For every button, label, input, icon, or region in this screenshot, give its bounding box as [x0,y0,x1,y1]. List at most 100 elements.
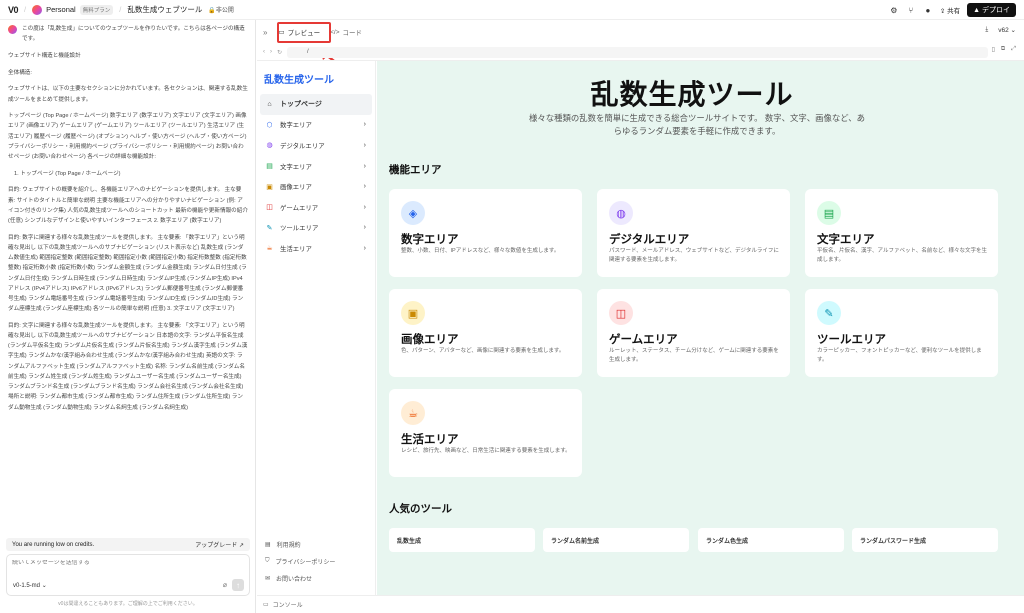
chat-panel: この度は「乱数生成」についてのウェブツールを作りたいです。こちらは各ページの構造… [0,20,256,613]
sidebar-item-label: ツールエリア [280,225,319,233]
back-icon[interactable]: ‹ [263,49,265,55]
features-heading: 機能エリア [389,164,442,176]
workspace-name[interactable]: Personal [46,5,76,14]
popular-tool[interactable]: ランダム色生成 [698,528,844,552]
version-selector[interactable]: v62 ⌄ [998,26,1016,34]
refresh-icon[interactable]: ↻ [277,49,282,56]
popular-tool[interactable]: ランダム名前生成 [543,528,689,552]
console-bar[interactable]: ▭ コンソール [257,595,1024,613]
model-selector[interactable]: v0-1.5-md ⌄ [13,582,47,589]
wrench-icon: ✎ [266,224,273,232]
document-icon: ▤ [265,542,271,548]
highlight-box [277,22,331,43]
sidebar-item[interactable]: ⌂ トップページ [260,94,372,115]
popular-tool[interactable]: 乱数生成 [389,528,535,552]
feature-card[interactable]: ◫ ゲームエリア ルーレット、ステータス、チーム分けなど、ゲームに関連する要素を生成… [597,289,790,377]
sidebar-item[interactable]: ◍ デジタルエリア › [260,135,372,156]
message-input[interactable] [12,560,242,566]
shield-icon: ⛉ [265,558,270,564]
separator: / [119,5,122,14]
console-icon: ▭ [263,602,269,608]
project-title[interactable]: 乱数生成ウェブツール [127,4,202,15]
chevron-right-icon: › [363,224,366,232]
tab-code[interactable]: </> コード [325,24,367,40]
visibility-badge[interactable]: 🔒非公開 [208,5,234,14]
sidebar-item[interactable]: ▤ 文字エリア › [260,156,372,177]
arrow-icon: ↗ [238,543,244,549]
shapes-icon: ◈ [401,201,425,225]
sidebar-item[interactable]: ✎ ツールエリア › [260,218,372,239]
message-paragraph: トップページ (Top Page / ホームページ) 数字エリア (数字エリア)… [8,113,247,161]
chevron-right-icon: › [363,162,366,170]
v0-logo[interactable]: V0 [8,5,19,15]
card-title: 数字エリア [401,234,459,246]
card-title: デジタルエリア [609,234,690,246]
sidebar-title[interactable]: 乱数生成ツール [264,71,334,86]
top-bar: V0 / Personal 無料プラン / 乱数生成ウェブツール 🔒非公開 ⚙ … [0,0,1024,20]
chevron-down-icon: ⌄ [1010,27,1016,34]
globe-icon: ◍ [609,201,633,225]
upgrade-link[interactable]: アップグレード ↗ [195,540,244,549]
forward-icon[interactable]: › [270,49,272,55]
feature-card[interactable]: ☕ 生活エリア レシピ、旅行先、映画など、日常生活に関連する要素を生成します。 [389,389,582,477]
share-icon: ⇪ [939,8,946,15]
site-preview: 乱数生成ツール ⌂ トップページ ⬡ 数字エリア › ◍ デジタルエリア › ▤ 文字エリア › ▣ 画… [257,60,1024,595]
sidebar-link-contact[interactable]: ✉ お問い合わせ [265,570,335,587]
chevron-right-icon: › [363,203,366,211]
popular-tool[interactable]: ランダムパスワード生成 [852,528,998,552]
card-description: 平仮名、片仮名、漢字、アルファベット、名前など、様々な文字を生成します。 [817,248,988,263]
card-description: レシピ、旅行先、映画など、日常生活に関連する要素を生成します。 [401,448,571,454]
message-paragraph: 目的: 数字に関連する様々な乱数生成ツールを提供します。 主な要素: 「数字エリ… [8,234,247,313]
sidebar-footer: ▤ 利用規約 ⛉ プライバシーポリシー ✉ お問い合わせ [265,536,335,587]
feature-card[interactable]: ▤ 文字エリア 平仮名、片仮名、漢字、アルファベット、名前など、様々な文字を生成しま… [805,189,998,277]
site-sidebar: 乱数生成ツール ⌂ トップページ ⬡ 数字エリア › ◍ デジタルエリア › ▤ 文字エリア › ▣ 画… [257,61,376,595]
branch-icon[interactable]: ⑂ [906,5,916,15]
card-description: 色、パターン、アバターなど、画像に関連する要素を生成します。 [401,348,565,354]
attach-icon[interactable]: ⌀ [223,581,227,589]
card-description: 整数、小数、日付、IPアドレスなど、様々な数値を生成します。 [401,248,560,254]
message-paragraph: 全体構造: [8,69,32,76]
preview-tabs: » ▭ プレビュー </> コード ⤓ v62 ⌄ [257,20,1024,44]
card-title: ゲームエリア [609,334,678,346]
sidebar-link-terms[interactable]: ▤ 利用規約 [265,536,335,553]
separator: / [24,5,27,14]
device-icon[interactable]: ▯ [992,46,995,53]
share-button[interactable]: ⇪ 共有 [940,5,960,15]
deploy-button[interactable]: ▲ デプロイ [967,3,1016,17]
url-input[interactable]: / [287,46,988,58]
card-description: カラーピッカー、フォントピッカーなど、便利なツールを提供します。 [817,348,982,363]
feature-card[interactable]: ✎ ツールエリアカラーピッカー、フォントピッカーなど、便利なツールを提供します。 [805,289,998,377]
fullscreen-icon[interactable]: ⤢ [1011,46,1016,53]
sidebar-item[interactable]: ▣ 画像エリア › [260,176,372,197]
gamepad-icon: ◫ [609,301,633,325]
send-button[interactable]: ↑ [232,579,244,591]
sidebar-link-privacy[interactable]: ⛉ プライバシーポリシー [265,553,335,570]
sidebar-item[interactable]: ⬡ 数字エリア › [260,115,372,136]
url-bar: ‹ › ↻ / [257,44,1024,60]
settings-icon[interactable]: ⚙ [889,5,899,15]
message-paragraph: ウェブサイト構造と機能設計 [8,52,81,59]
download-icon[interactable]: ⤓ [985,26,988,34]
card-title: ツールエリア [817,334,886,346]
sidebar-item[interactable]: ☕ 生活エリア › [260,238,372,259]
external-link-icon[interactable]: ⧉ [1001,46,1005,53]
user-avatar [8,25,17,34]
feature-card[interactable]: ◍ デジタルエリア パスワード、メールアドレス、ウェブサイトなど、デジタルライフに関… [597,189,790,277]
sidebar-item[interactable]: ◫ ゲームエリア › [260,197,372,218]
wrench-icon: ✎ [817,301,841,325]
code-icon: </> [330,28,340,36]
github-icon[interactable]: ● [923,5,933,15]
message-paragraph: 目的: ウェブサイトの概要を紹介し、各機能エリアへのナビゲーションを提供します。… [8,187,248,225]
sidebar-item-label: 画像エリア [280,184,312,192]
sidebar-item-label: ゲームエリア [280,204,319,212]
collapse-icon[interactable]: » [263,28,267,37]
feature-card[interactable]: ▣ 画像エリア 色、パターン、アバターなど、画像に関連する要素を生成します。 [389,289,582,377]
mail-icon: ✉ [265,576,271,582]
message-paragraph: この度は「乱数生成」についてのウェブツールを作りたいです。こちらは各ページの構造… [22,26,245,43]
document-icon: ▤ [817,201,841,225]
chevron-right-icon: › [363,141,366,149]
hero-description: 様々な種類の乱数を簡単に生成できる総合ツールサイトです。 数字、文字、画像など、… [529,113,865,136]
text-icon: ▤ [266,163,273,171]
feature-card[interactable]: ◈ 数字エリア整数、小数、日付、IPアドレスなど、様々な数値を生成します。 [389,189,582,277]
chat-message: この度は「乱数生成」についてのウェブツールを作りたいです。こちらは各ページの構造… [8,24,248,544]
